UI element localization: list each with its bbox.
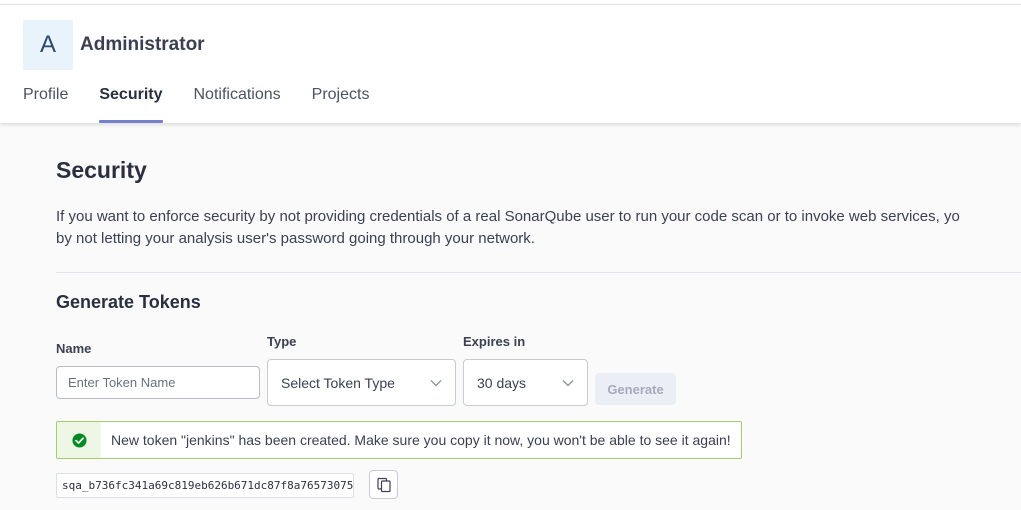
description-line-2: by not letting your analysis user's pass… [56,230,535,247]
token-type-select[interactable]: Select Token Type [267,359,456,406]
avatar: A [23,20,73,70]
generate-button[interactable]: Generate [595,373,676,405]
expires-select[interactable]: 30 days [463,359,588,406]
name-label: Name [56,341,92,356]
token-type-value: Select Token Type [281,374,395,391]
divider [56,272,1021,273]
token-created-alert: New token "jenkins" has been created. Ma… [56,421,742,459]
copy-button[interactable] [369,470,398,499]
avatar-letter: A [39,31,56,58]
token-name-input[interactable] [56,366,260,399]
description-line-1: If you want to enforce security by not p… [56,208,960,225]
copy-icon [376,477,391,492]
generate-tokens-title: Generate Tokens [56,292,201,312]
account-tabs: Profile Security Notifications Projects [23,84,400,123]
type-label: Type [267,334,297,349]
account-header: A Administrator Profile Security Notific… [0,5,1021,123]
expires-value: 30 days [477,374,527,391]
check-circle-icon [71,432,87,448]
security-description: If you want to enforce security by not p… [56,206,1021,250]
chevron-down-icon [562,379,574,387]
tab-notifications[interactable]: Notifications [194,84,281,123]
user-name: Administrator [80,34,205,55]
token-value[interactable]: sqa_b736fc341a69c819eb626b671dc87f8a7657… [56,473,354,498]
alert-icon-container [57,422,101,458]
tab-projects[interactable]: Projects [312,84,370,123]
chevron-down-icon [430,379,442,387]
tab-security[interactable]: Security [99,84,163,123]
page-title: Security [56,157,147,183]
expires-label: Expires in [463,334,526,349]
alert-message: New token "jenkins" has been created. Ma… [111,432,731,448]
tab-profile[interactable]: Profile [23,84,68,123]
